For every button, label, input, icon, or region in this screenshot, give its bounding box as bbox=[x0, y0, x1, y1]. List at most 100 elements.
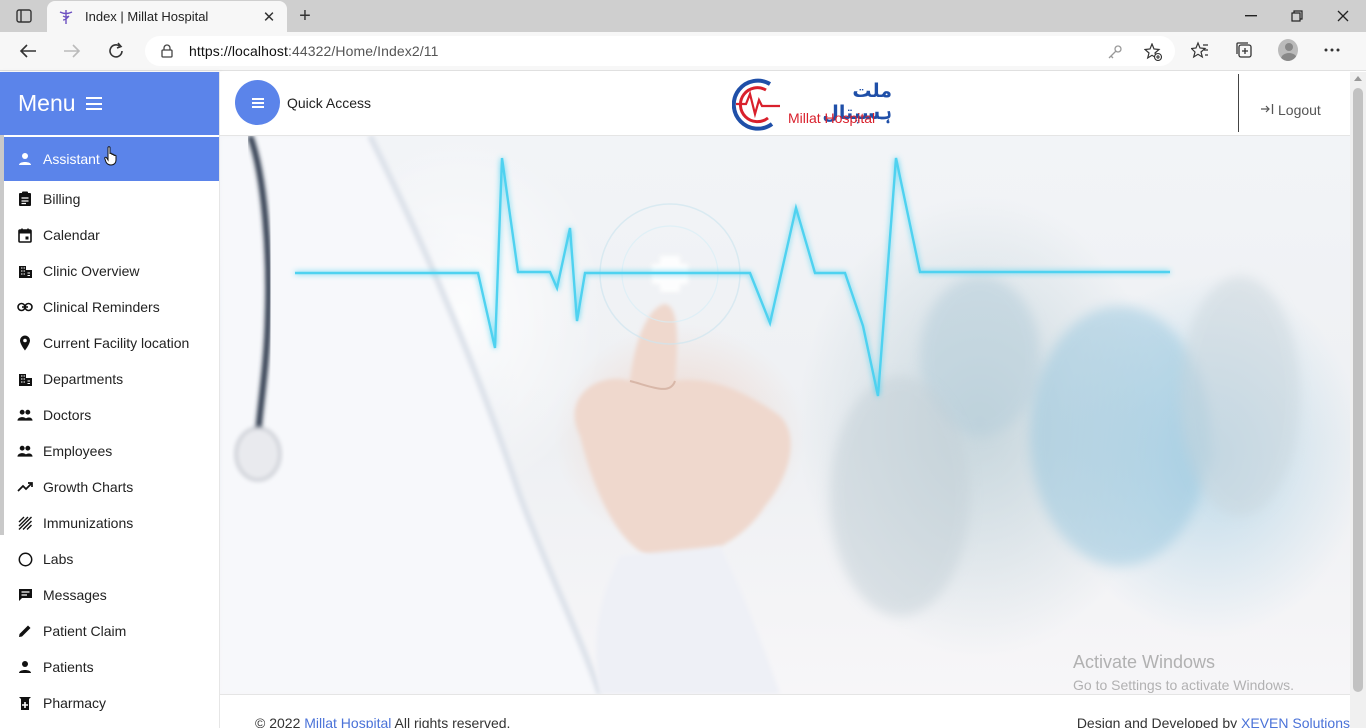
sidebar-item-clinic-overview[interactable]: Clinic Overview bbox=[0, 253, 219, 289]
hospital-logo[interactable]: ملت ہسپتال Millat Hospital bbox=[731, 76, 892, 134]
sidebar-item-label: Pharmacy bbox=[43, 695, 107, 711]
footer-credit: Design and Developed by XEVEN Solutions bbox=[1077, 715, 1350, 728]
sidebar-item-label: Clinic Overview bbox=[43, 263, 140, 279]
sidebar: Menu Assistant Billing Calendar Clinic O… bbox=[0, 72, 220, 728]
location-pin-icon bbox=[17, 335, 33, 351]
logout-button[interactable]: Logout bbox=[1260, 102, 1321, 118]
footer-copyright: © 2022 Millat Hospital All rights reserv… bbox=[255, 715, 510, 728]
logo-english-text: Millat Hospital bbox=[788, 110, 876, 126]
page: Menu Assistant Billing Calendar Clinic O… bbox=[0, 72, 1366, 728]
profile-avatar-icon[interactable] bbox=[1278, 39, 1298, 61]
browser-tab[interactable]: Index | Millat Hospital ✕ bbox=[47, 1, 287, 32]
sidebar-item-label: Immunizations bbox=[43, 515, 134, 531]
page-scrollbar-thumb[interactable] bbox=[1353, 88, 1363, 692]
hatch-icon bbox=[17, 515, 33, 531]
menu-title: Menu bbox=[18, 90, 76, 116]
sidebar-item-label: Patients bbox=[43, 659, 94, 675]
message-icon bbox=[17, 587, 33, 603]
hand-cursor-icon bbox=[104, 146, 117, 166]
tab-actions-icon[interactable] bbox=[8, 6, 40, 26]
building-icon bbox=[17, 371, 33, 387]
clipboard-icon bbox=[17, 191, 33, 207]
minimize-icon[interactable] bbox=[1228, 0, 1274, 32]
trending-up-icon bbox=[17, 479, 33, 495]
sidebar-item-label: Departments bbox=[43, 371, 124, 387]
link-icon bbox=[17, 299, 33, 315]
forward-icon[interactable] bbox=[60, 40, 84, 62]
sidebar-item-departments[interactable]: Departments bbox=[0, 361, 219, 397]
hero-banner: Activate Windows Go to Settings to activ… bbox=[220, 136, 1350, 694]
sidebar-item-patient-claim[interactable]: Patient Claim bbox=[0, 613, 219, 649]
sidebar-item-label: Doctors bbox=[43, 407, 92, 423]
scroll-up-icon[interactable] bbox=[1354, 76, 1362, 81]
close-window-icon[interactable] bbox=[1320, 0, 1366, 32]
sidebar-item-clinical-reminders[interactable]: Clinical Reminders bbox=[0, 289, 219, 325]
sidebar-item-pharmacy[interactable]: Pharmacy bbox=[0, 685, 219, 721]
new-tab-icon[interactable]: + bbox=[294, 6, 316, 26]
browser-tab-bar: Index | Millat Hospital ✕ + bbox=[0, 0, 1366, 32]
sidebar-item-immunizations[interactable]: Immunizations bbox=[0, 505, 219, 541]
sidebar-item-label: Calendar bbox=[43, 227, 100, 243]
sidebar-item-messages[interactable]: Messages bbox=[0, 577, 219, 613]
sidebar-item-billing[interactable]: Billing bbox=[0, 181, 219, 217]
person-icon bbox=[17, 659, 33, 675]
quick-access-button[interactable] bbox=[235, 80, 280, 125]
sidebar-item-current-facility-location[interactable]: Current Facility location bbox=[0, 325, 219, 361]
back-icon[interactable] bbox=[16, 40, 40, 62]
circle-icon bbox=[17, 551, 33, 567]
footer-brand-link[interactable]: Millat Hospital bbox=[304, 715, 391, 728]
page-scrollbar[interactable] bbox=[1350, 72, 1366, 728]
menu-header[interactable]: Menu bbox=[0, 72, 219, 135]
person-icon bbox=[17, 151, 33, 167]
sidebar-item-employees[interactable]: Employees bbox=[0, 433, 219, 469]
people-icon bbox=[17, 443, 33, 459]
page-footer: © 2022 Millat Hospital All rights reserv… bbox=[220, 694, 1350, 728]
sidebar-item-patients[interactable]: Patients bbox=[0, 649, 219, 685]
people-icon bbox=[17, 407, 33, 423]
sidebar-item-label: Employees bbox=[43, 443, 113, 459]
hero-illustration bbox=[220, 136, 1300, 694]
favorites-icon[interactable] bbox=[1190, 40, 1210, 60]
pharmacy-icon bbox=[17, 695, 33, 711]
address-bar: https://localhost:44322/Home/Index2/11 bbox=[0, 32, 1366, 71]
sidebar-item-label: Patient Claim bbox=[43, 623, 127, 639]
sidebar-item-doctors[interactable]: Doctors bbox=[0, 397, 219, 433]
quick-access-label[interactable]: Quick Access bbox=[287, 95, 371, 111]
lock-icon[interactable] bbox=[159, 43, 175, 59]
menu-hamburger-icon[interactable] bbox=[85, 97, 102, 110]
sidebar-item-labs[interactable]: Labs bbox=[0, 541, 219, 577]
sidebar-item-label: Labs bbox=[43, 551, 74, 567]
logout-label: Logout bbox=[1278, 102, 1321, 118]
sidebar-item-label: Growth Charts bbox=[43, 479, 134, 495]
more-options-icon[interactable] bbox=[1322, 40, 1342, 60]
url-text: https://localhost:44322/Home/Index2/11 bbox=[189, 43, 439, 59]
refresh-icon[interactable] bbox=[104, 40, 128, 62]
sidebar-item-label: Messages bbox=[43, 587, 107, 603]
activate-windows-title: Activate Windows bbox=[1073, 652, 1216, 672]
add-favorite-icon[interactable] bbox=[1143, 42, 1163, 62]
pencil-icon bbox=[17, 623, 33, 639]
sidebar-item-label: Assistant bbox=[43, 151, 100, 167]
sidebar-scrollbar[interactable] bbox=[0, 135, 4, 535]
top-header: Quick Access ملت ہسپتال Millat Hospital … bbox=[220, 72, 1350, 136]
collections-icon[interactable] bbox=[1234, 40, 1254, 60]
restore-icon[interactable] bbox=[1274, 0, 1320, 32]
sidebar-item-calendar[interactable]: Calendar bbox=[0, 217, 219, 253]
footer-company-link[interactable]: XEVEN Solutions bbox=[1241, 715, 1350, 728]
sidebar-item-label: Current Facility location bbox=[43, 335, 190, 351]
calendar-icon bbox=[17, 227, 33, 243]
activate-windows-subtitle: Go to Settings to activate Windows. bbox=[1073, 677, 1294, 693]
sidebar-nav: Assistant Billing Calendar Clinic Overvi… bbox=[0, 137, 219, 721]
sidebar-item-label: Billing bbox=[43, 191, 81, 207]
header-divider bbox=[1238, 74, 1239, 132]
logout-icon bbox=[1260, 102, 1274, 118]
activate-windows-watermark: Activate Windows Go to Settings to activ… bbox=[1073, 652, 1294, 693]
caduceus-favicon-icon bbox=[57, 8, 75, 26]
sidebar-item-growth-charts[interactable]: Growth Charts bbox=[0, 469, 219, 505]
sidebar-item-label: Clinical Reminders bbox=[43, 299, 160, 315]
tab-close-icon[interactable]: ✕ bbox=[261, 9, 277, 26]
key-icon[interactable] bbox=[1105, 42, 1125, 62]
tab-title: Index | Millat Hospital bbox=[85, 9, 209, 24]
building-icon bbox=[17, 263, 33, 279]
url-input[interactable]: https://localhost:44322/Home/Index2/11 bbox=[145, 36, 1175, 66]
